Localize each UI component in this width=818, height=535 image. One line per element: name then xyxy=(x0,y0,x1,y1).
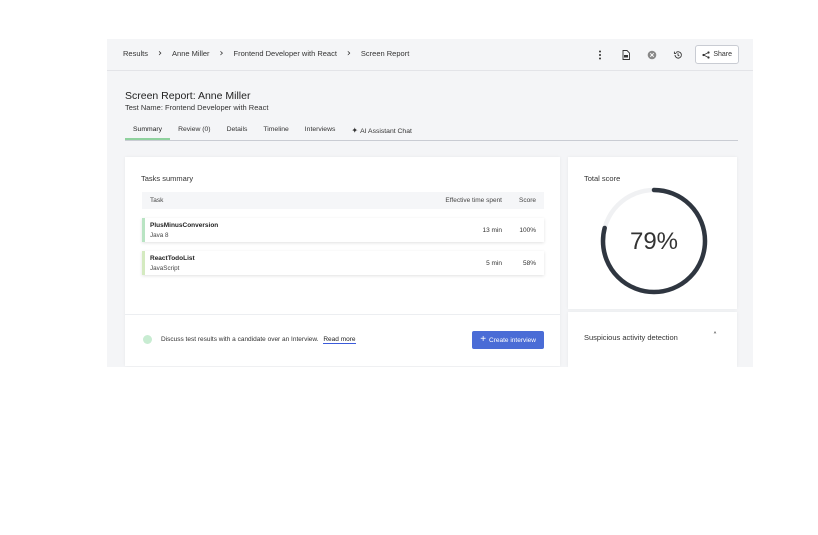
pdf-icon[interactable] xyxy=(619,48,633,62)
chevron-up-icon[interactable]: ˄ xyxy=(713,331,717,340)
tasks-summary-heading: Tasks summary xyxy=(141,174,194,183)
task-time: 5 min xyxy=(486,260,502,267)
test-name: Test Name: Frontend Developer with React xyxy=(125,103,269,112)
score-gauge: 79% xyxy=(600,187,708,295)
share-label: Share xyxy=(713,51,732,58)
suspicious-activity-label: Suspicious activity detection xyxy=(584,333,678,342)
cancel-icon[interactable] xyxy=(645,48,659,62)
history-icon[interactable] xyxy=(671,48,685,62)
column-score: Score xyxy=(519,197,536,204)
tab-timeline[interactable]: Timeline xyxy=(255,123,296,137)
breadcrumb: Results › Anne Miller › Frontend Develop… xyxy=(123,47,410,59)
tab-summary[interactable]: Summary xyxy=(125,123,171,140)
task-name: PlusMinusConversion xyxy=(150,222,219,229)
share-button[interactable]: Share xyxy=(695,45,739,64)
read-more-link[interactable]: Read more xyxy=(323,336,356,344)
score-value: 79% xyxy=(630,228,678,255)
chevron-right-icon: › xyxy=(219,47,224,59)
interview-prompt: Discuss test results with a candidate ov… xyxy=(161,336,356,344)
breadcrumb-current: Screen Report xyxy=(360,49,410,58)
task-score: 58% xyxy=(522,260,536,267)
create-interview-button[interactable]: + Create interview xyxy=(472,331,544,349)
task-language: JavaScript xyxy=(150,265,180,272)
tasks-summary-card: Tasks summary Task Effective time spent … xyxy=(125,157,560,366)
column-time: Effective time spent xyxy=(445,197,502,204)
tab-interviews[interactable]: Interviews xyxy=(297,123,344,137)
total-score-heading: Total score xyxy=(584,174,621,183)
tasks-table-header: Task Effective time spent Score xyxy=(142,192,544,209)
toolbar-actions: Share xyxy=(581,45,739,64)
app-window: Results › Anne Miller › Frontend Develop… xyxy=(107,39,753,367)
chevron-right-icon: › xyxy=(346,47,351,59)
plus-icon: + xyxy=(480,334,487,345)
chevron-right-icon: › xyxy=(158,47,163,59)
create-interview-label: Create interview xyxy=(489,336,536,344)
breadcrumb-candidate[interactable]: Anne Miller xyxy=(172,49,210,58)
tab-ai-assistant-chat[interactable]: ✦ AI Assistant Chat xyxy=(343,123,419,137)
task-time: 13 min xyxy=(482,227,502,234)
total-score-card: Total score 79% xyxy=(568,157,737,309)
task-language: Java 8 xyxy=(150,232,169,239)
tab-review[interactable]: Review (0) xyxy=(170,123,218,137)
breadcrumb-test[interactable]: Frontend Developer with React xyxy=(234,49,337,58)
share-icon xyxy=(702,50,710,59)
sparkle-icon: ✦ xyxy=(351,126,359,135)
page-title: Screen Report: Anne Miller xyxy=(125,90,251,102)
interview-icon xyxy=(143,335,152,344)
table-row[interactable]: ReactTodoList JavaScript 5 min 58% xyxy=(142,251,544,275)
interview-prompt-text: Discuss test results with a candidate ov… xyxy=(161,336,319,343)
column-task: Task xyxy=(150,197,164,204)
breadcrumb-results[interactable]: Results xyxy=(123,49,148,58)
report-tabs: Summary Review (0) Details Timeline Inte… xyxy=(125,123,738,141)
task-score: 100% xyxy=(519,227,536,234)
top-bar: Results › Anne Miller › Frontend Develop… xyxy=(107,39,753,71)
divider xyxy=(125,314,560,315)
more-vertical-icon[interactable] xyxy=(593,48,607,62)
tab-details[interactable]: Details xyxy=(219,123,256,137)
table-row[interactable]: PlusMinusConversion Java 8 13 min 100% xyxy=(142,218,544,242)
tab-ai-label: AI Assistant Chat xyxy=(360,128,412,135)
suspicious-activity-panel[interactable]: Suspicious activity detection ˄ xyxy=(568,312,737,367)
task-name: ReactTodoList xyxy=(150,255,195,262)
